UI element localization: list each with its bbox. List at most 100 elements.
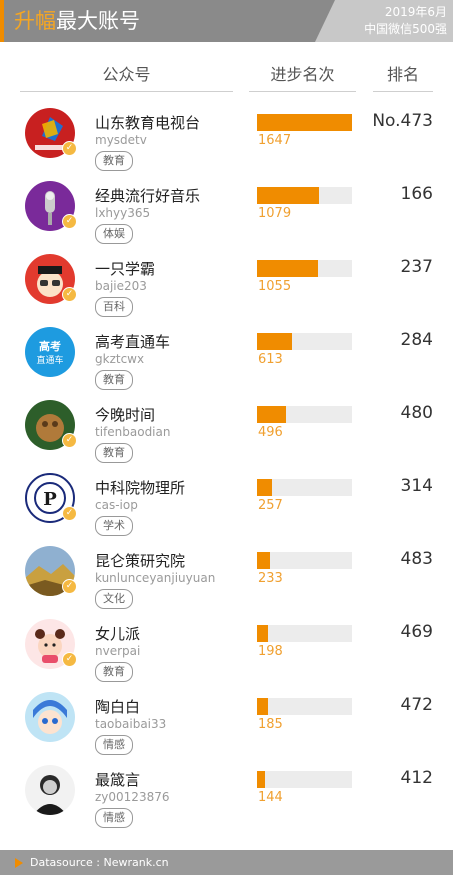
- progress-value: 613: [258, 352, 283, 367]
- page-title-rest: 最大账号: [56, 9, 140, 33]
- progress-track: [257, 552, 352, 569]
- rank-value: 480: [400, 403, 433, 423]
- column-header-rank: 排名: [386, 65, 419, 84]
- account-handle: mysdetv: [95, 133, 147, 147]
- date-badge: 2019年6月 中国微信500强: [315, 0, 453, 42]
- rank-value: 166: [400, 184, 433, 204]
- avatar[interactable]: ✓: [25, 108, 77, 158]
- account-handle: zy00123876: [95, 790, 170, 804]
- avatar[interactable]: ✓: [25, 546, 77, 596]
- account-handle: cas-iop: [95, 498, 138, 512]
- progress-fill: [257, 406, 286, 423]
- progress-track: [257, 625, 352, 642]
- progress-fill: [257, 187, 320, 204]
- avatar[interactable]: 高考 直通车: [25, 327, 75, 377]
- category-tag: 情感: [95, 735, 133, 755]
- date-badge-subtitle: 中国微信500强: [364, 22, 447, 36]
- avatar[interactable]: ✓: [25, 254, 77, 304]
- verified-check-icon: ✓: [62, 141, 77, 156]
- avatar[interactable]: [25, 692, 75, 742]
- rank-value: 483: [400, 549, 433, 569]
- progress-fill: [257, 552, 271, 569]
- verified-check-icon: ✓: [62, 579, 77, 594]
- account-handle: taobaibai33: [95, 717, 167, 731]
- progress-track: [257, 333, 352, 350]
- list-item[interactable]: ✓ 今晚时间 tifenbaodian 教育 496 480: [0, 400, 453, 473]
- list-item[interactable]: ✓ 一只学霸 bajie203 百科 1055 237: [0, 254, 453, 327]
- category-tag: 学术: [95, 516, 133, 536]
- account-handle: tifenbaodian: [95, 425, 171, 439]
- progress-value: 1079: [258, 206, 292, 221]
- avatar[interactable]: P ✓: [25, 473, 77, 523]
- verified-check-icon: ✓: [62, 433, 77, 448]
- rank-value: No.473: [372, 111, 433, 131]
- category-tag: 体娱: [95, 224, 133, 244]
- column-divider-progress: [249, 91, 356, 92]
- progress-fill: [257, 479, 272, 496]
- verified-check-icon: ✓: [62, 214, 77, 229]
- progress-value: 185: [258, 717, 283, 732]
- progress-fill: [257, 625, 269, 642]
- avatar[interactable]: ✓: [25, 619, 77, 669]
- progress-value: 233: [258, 571, 283, 586]
- account-name[interactable]: 一只学霸: [95, 260, 155, 278]
- account-name[interactable]: 今晚时间: [95, 406, 155, 424]
- account-name[interactable]: 经典流行好音乐: [95, 187, 200, 205]
- account-name[interactable]: 高考直通车: [95, 333, 170, 351]
- account-name[interactable]: 陶白白: [95, 698, 140, 716]
- rank-value: 469: [400, 622, 433, 642]
- category-tag: 教育: [95, 370, 133, 390]
- date-badge-date: 2019年6月: [384, 5, 447, 19]
- progress-value: 1055: [258, 279, 292, 294]
- category-tag: 文化: [95, 589, 133, 609]
- progress-fill: [257, 333, 293, 350]
- progress-value: 257: [258, 498, 283, 513]
- svg-text:高考: 高考: [39, 339, 61, 353]
- list-item[interactable]: 陶白白 taobaibai33 情感 185 472: [0, 692, 453, 765]
- progress-track: [257, 114, 352, 131]
- footer-bar: Datasource : Newrank.cn: [0, 850, 453, 875]
- account-handle: bajie203: [95, 279, 147, 293]
- progress-value: 198: [258, 644, 283, 659]
- progress-value: 144: [258, 790, 283, 805]
- account-name[interactable]: 山东教育电视台: [95, 114, 200, 132]
- category-tag: 教育: [95, 443, 133, 463]
- account-name[interactable]: 女儿派: [95, 625, 140, 643]
- rank-value: 472: [400, 695, 433, 715]
- list-item[interactable]: ✓ 经典流行好音乐 lxhyy365 体娱 1079 166: [0, 181, 453, 254]
- list-item[interactable]: 高考 直通车 高考直通车 gkztcwx 教育 613 284: [0, 327, 453, 400]
- account-name[interactable]: 昆仑策研究院: [95, 552, 185, 570]
- account-handle: nverpai: [95, 644, 141, 658]
- header-accent: [0, 0, 4, 42]
- avatar[interactable]: ✓: [25, 181, 77, 231]
- account-handle: kunlunceyanjiuyuan: [95, 571, 216, 585]
- avatar[interactable]: ✓: [25, 400, 77, 450]
- header-bar: 升幅最大账号 2019年6月 中国微信500强: [0, 0, 453, 42]
- svg-text:直通车: 直通车: [36, 354, 63, 366]
- progress-value: 1647: [258, 133, 292, 148]
- column-divider-account: [20, 91, 233, 92]
- progress-track: [257, 771, 352, 788]
- page-title-highlight: 升幅: [14, 9, 56, 33]
- page-title: 升幅最大账号: [14, 7, 140, 35]
- progress-fill: [257, 260, 318, 277]
- list-item[interactable]: ✓ 山东教育电视台 mysdetv 教育 1647 No.473: [0, 108, 453, 181]
- account-name[interactable]: 最箴言: [95, 771, 140, 789]
- list-item[interactable]: ✓ 女儿派 nverpai 教育 198 469: [0, 619, 453, 692]
- avatar[interactable]: [25, 765, 75, 815]
- verified-check-icon: ✓: [62, 652, 77, 667]
- rank-value: 314: [400, 476, 433, 496]
- progress-track: [257, 187, 352, 204]
- progress-track: [257, 479, 352, 496]
- list-item[interactable]: ✓ 昆仑策研究院 kunlunceyanjiuyuan 文化 233 483: [0, 546, 453, 619]
- progress-fill: [257, 698, 268, 715]
- column-header-account: 公众号: [102, 65, 151, 84]
- rank-value: 284: [400, 330, 433, 350]
- progress-fill: [257, 771, 266, 788]
- footer-arrow-icon: [15, 858, 23, 868]
- list-item[interactable]: P ✓ 中科院物理所 cas-iop 学术 257 314: [0, 473, 453, 546]
- account-handle: lxhyy365: [95, 206, 151, 220]
- account-name[interactable]: 中科院物理所: [95, 479, 185, 497]
- progress-track: [257, 260, 352, 277]
- list-item[interactable]: 最箴言 zy00123876 情感 144 412: [0, 765, 453, 838]
